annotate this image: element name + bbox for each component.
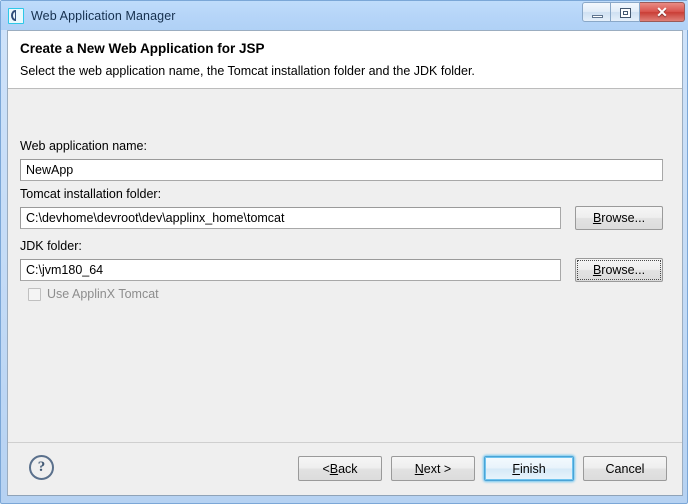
use-applinx-tomcat-label: Use ApplinX Tomcat bbox=[47, 287, 159, 301]
wizard-header: Create a New Web Application for JSP Sel… bbox=[8, 31, 682, 89]
next-mnemonic: N bbox=[414, 461, 424, 476]
finish-mnemonic: F bbox=[512, 461, 520, 476]
jdk-browse-mnemonic: B bbox=[592, 263, 602, 277]
jdk-folder-label: JDK folder: bbox=[20, 239, 82, 253]
window-title: Web Application Manager bbox=[31, 8, 176, 23]
back-prefix: < bbox=[322, 461, 330, 476]
tomcat-browse-label: rowse... bbox=[601, 211, 646, 225]
finish-button[interactable]: Finish bbox=[484, 456, 574, 481]
window-controls: ✕ bbox=[582, 2, 685, 22]
dialog-client-area: Create a New Web Application for JSP Sel… bbox=[7, 30, 683, 496]
tomcat-folder-input[interactable] bbox=[20, 207, 561, 229]
jdk-folder-input[interactable] bbox=[20, 259, 561, 281]
tomcat-folder-label: Tomcat installation folder: bbox=[20, 187, 162, 201]
minimize-icon bbox=[592, 15, 603, 18]
jdk-browse-label: rowse... bbox=[601, 263, 646, 277]
help-icon[interactable]: ? bbox=[29, 455, 54, 480]
jdk-browse-button[interactable]: Browse... bbox=[575, 258, 663, 282]
restore-icon bbox=[620, 8, 631, 18]
app-name-label: Web application name: bbox=[20, 139, 147, 153]
cancel-button[interactable]: Cancel bbox=[583, 456, 667, 481]
page-subtitle: Select the web application name, the Tom… bbox=[20, 64, 475, 78]
dialog-window: Web Application Manager ✕ Create a New W… bbox=[0, 0, 688, 504]
use-applinx-tomcat-checkbox[interactable] bbox=[28, 287, 41, 301]
minimize-button[interactable] bbox=[582, 2, 611, 22]
next-button[interactable]: Next > bbox=[391, 456, 475, 481]
back-button[interactable]: < Back bbox=[298, 456, 382, 481]
tomcat-browse-mnemonic: B bbox=[592, 211, 602, 225]
title-bar: Web Application Manager ✕ bbox=[1, 1, 688, 30]
use-applinx-tomcat-checkbox-row[interactable]: Use ApplinX Tomcat bbox=[28, 287, 159, 301]
restore-button[interactable] bbox=[611, 2, 640, 22]
close-button[interactable]: ✕ bbox=[640, 2, 685, 22]
dialog-footer: ? < Back Next > Finish Cancel bbox=[8, 442, 682, 495]
app-ring-icon bbox=[8, 7, 24, 24]
page-title: Create a New Web Application for JSP bbox=[20, 41, 265, 56]
close-icon: ✕ bbox=[656, 4, 668, 20]
finish-label: inish bbox=[519, 461, 546, 476]
app-name-input[interactable] bbox=[20, 159, 663, 181]
tomcat-browse-button[interactable]: Browse... bbox=[575, 206, 663, 230]
next-label: ext > bbox=[423, 461, 452, 476]
form-body: Web application name: Tomcat installatio… bbox=[8, 90, 682, 444]
back-mnemonic: B bbox=[329, 461, 339, 476]
back-label: ack bbox=[338, 461, 358, 476]
